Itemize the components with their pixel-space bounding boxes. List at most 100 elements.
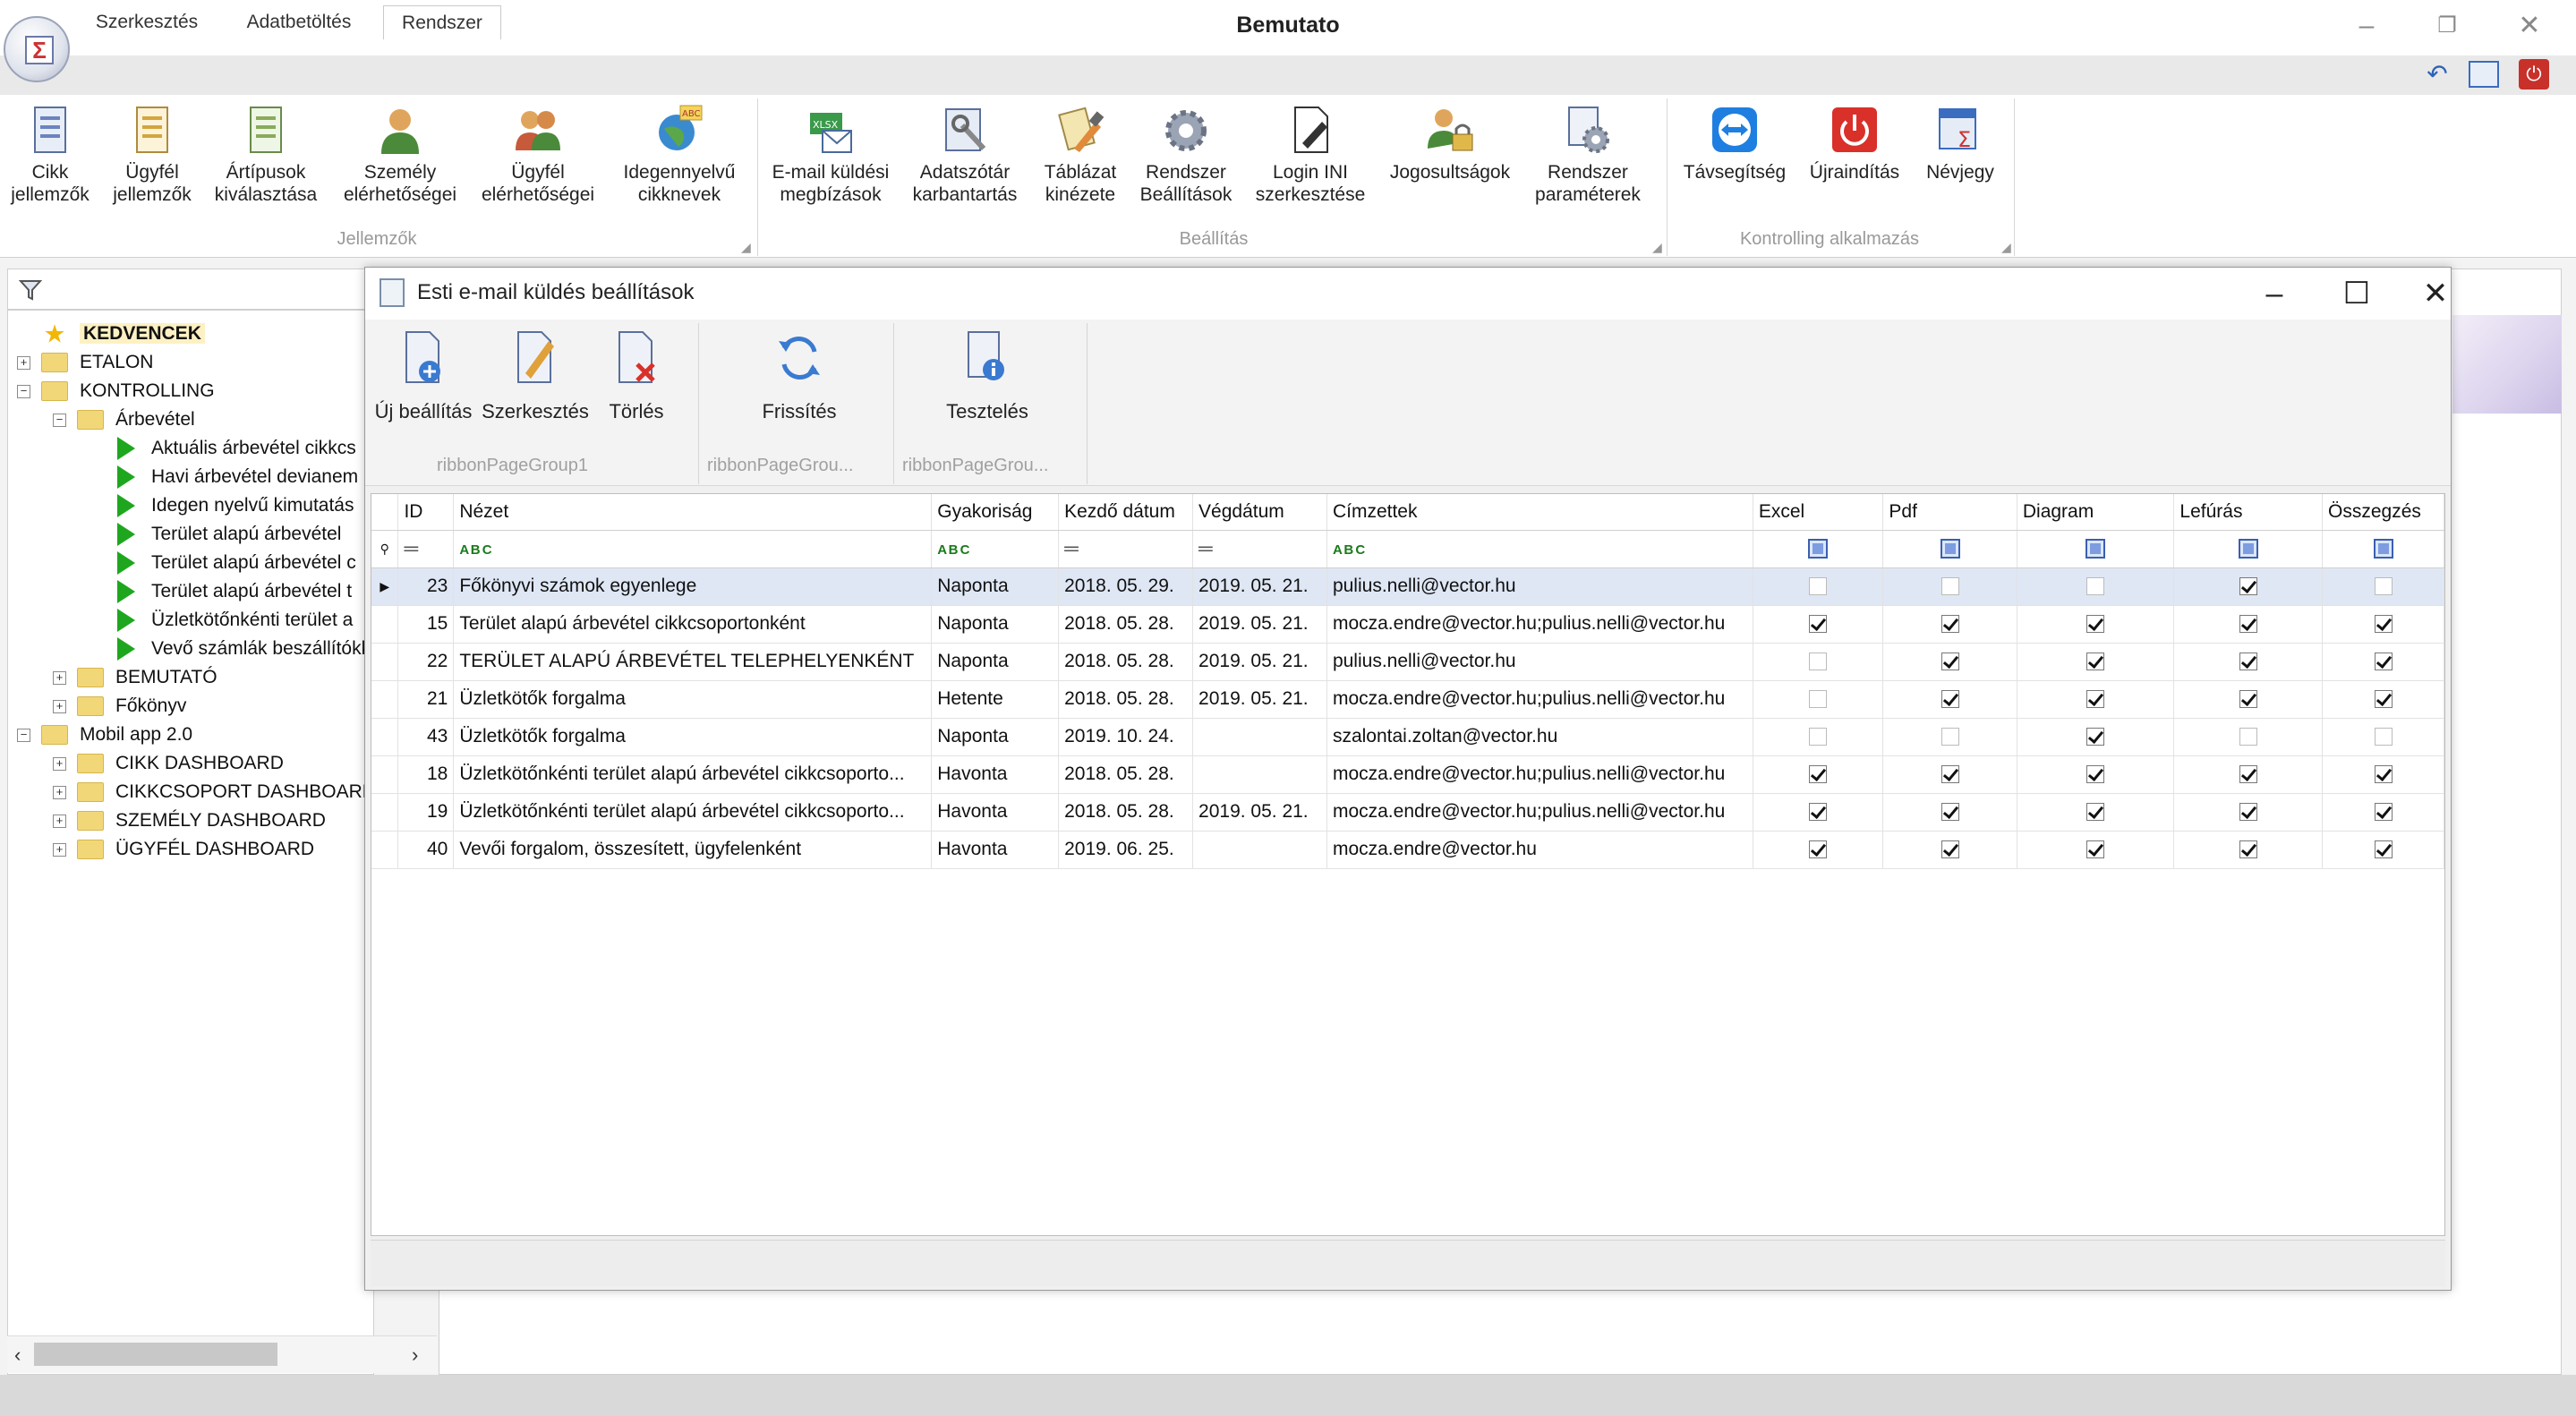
table-row[interactable]: 43 Üzletkötők forgalma Naponta 2019. 10. 24…	[371, 718, 2444, 756]
expand-icon[interactable]: +	[17, 355, 30, 370]
row-indicator[interactable]	[371, 755, 399, 794]
cell-pdf[interactable]	[1882, 831, 2017, 869]
expand-icon[interactable]: +	[53, 785, 66, 799]
cell-end[interactable]	[1192, 718, 1327, 756]
tree-item[interactable]: + CIKK DASHBOARD	[17, 749, 376, 778]
cell-freq[interactable]: Naponta	[931, 605, 1060, 644]
lefuras-checkbox[interactable]	[2239, 803, 2257, 822]
row-indicator[interactable]	[371, 680, 399, 719]
cell-end[interactable]	[1192, 755, 1327, 794]
pdf-checkbox[interactable]	[1941, 728, 1959, 746]
pdf-checkbox[interactable]	[1941, 577, 1959, 596]
cell-end[interactable]: 2019. 05. 21.	[1192, 680, 1327, 719]
cell-osszegzes[interactable]	[2322, 567, 2444, 606]
scrollbar-thumb[interactable]	[34, 1343, 277, 1366]
cell-freq[interactable]: Havonta	[931, 793, 1060, 832]
cell-end[interactable]: 2019. 05. 21.	[1192, 643, 1327, 681]
table-row[interactable]: ▶ 23 Főkönyvi számok egyenlege Naponta 2018.…	[371, 567, 2444, 606]
tablazat-kinezete-button[interactable]: Táblázat kinézete	[1035, 98, 1126, 224]
cell-id[interactable]: 40	[397, 831, 455, 869]
cell-to[interactable]: szalontai.zoltan@vector.hu	[1326, 718, 1753, 756]
minimize-button[interactable]: –	[2340, 5, 2393, 47]
delete-setting-button[interactable]: Törlés	[596, 328, 677, 436]
cell-osszegzes[interactable]	[2322, 605, 2444, 644]
tree-item[interactable]: + ETALON	[17, 348, 376, 377]
artipusok-kivalasztasa-button[interactable]: Ártípusok kiválasztása	[208, 98, 324, 224]
tree-item[interactable]: Üzletkötőnkénti terület a	[17, 606, 376, 635]
collapse-icon[interactable]: −	[17, 728, 30, 742]
cell-pdf[interactable]	[1882, 793, 2017, 832]
filter-cimzettek[interactable]: A B C	[1326, 530, 1753, 568]
cell-id[interactable]: 15	[397, 605, 455, 644]
tree-item[interactable]: + CIKKCSOPORT DASHBOARD	[17, 778, 376, 806]
column-header-gyakorisag[interactable]: Gyakoriság	[931, 494, 1060, 531]
cell-lefuras[interactable]	[2173, 680, 2323, 719]
row-indicator[interactable]	[371, 793, 399, 832]
edit-setting-button[interactable]: Szerkesztés	[482, 328, 589, 436]
cell-excel[interactable]	[1753, 718, 1884, 756]
tree-item[interactable]: Aktuális árbevétel cikkcs	[17, 434, 376, 463]
lefuras-checkbox[interactable]	[2239, 840, 2257, 859]
ujrainditas-button[interactable]: Újraindítás	[1801, 98, 1908, 224]
tree-item[interactable]: Vevő számlák beszállítókk	[17, 635, 376, 663]
cell-excel[interactable]	[1753, 793, 1884, 832]
cell-lefuras[interactable]	[2173, 605, 2323, 644]
column-header-id[interactable]: ID	[397, 494, 455, 531]
tree-item[interactable]: − KONTROLLING	[17, 377, 376, 405]
cell-lefuras[interactable]	[2173, 718, 2323, 756]
cell-lefuras[interactable]	[2173, 643, 2323, 681]
cell-excel[interactable]	[1753, 567, 1884, 606]
lefuras-checkbox[interactable]	[2239, 765, 2257, 784]
nevjegy-button[interactable]: Σ Névjegy	[1915, 98, 2005, 224]
cell-osszegzes[interactable]	[2322, 793, 2444, 832]
cell-end[interactable]: 2019. 05. 21.	[1192, 567, 1327, 606]
collapse-icon[interactable]: −	[53, 413, 66, 427]
cell-freq[interactable]: Havonta	[931, 755, 1060, 794]
column-header-kezdo-datum[interactable]: Kezdő dátum	[1058, 494, 1194, 531]
cell-to[interactable]: pulius.nelli@vector.hu	[1326, 567, 1753, 606]
tree-item[interactable]: Havi árbevétel devianem	[17, 463, 376, 491]
lefuras-checkbox[interactable]	[2239, 690, 2257, 709]
lefuras-checkbox[interactable]	[2239, 728, 2257, 746]
ugyfel-elerhetosegei-button[interactable]: Ügyfél elérhetőségei	[471, 98, 605, 224]
cell-freq[interactable]: Naponta	[931, 643, 1060, 681]
funnel-icon[interactable]	[19, 278, 42, 302]
row-indicator[interactable]	[371, 605, 399, 644]
osszegzes-checkbox[interactable]	[2374, 765, 2393, 784]
filter-diagram[interactable]	[2017, 530, 2175, 568]
cell-start[interactable]: 2018. 05. 28.	[1058, 605, 1194, 644]
pdf-checkbox[interactable]	[1941, 653, 1959, 671]
column-header-excel[interactable]: Excel	[1753, 494, 1884, 531]
tab-adatbetoltes[interactable]: Adatbetöltés	[229, 5, 369, 39]
scroll-right-icon[interactable]: ›	[412, 1343, 418, 1367]
cell-view[interactable]: Üzletkötőnkénti terület alapú árbevétel …	[453, 793, 933, 832]
cell-to[interactable]: mocza.endre@vector.hu	[1326, 831, 1753, 869]
cell-view[interactable]: Üzletkötők forgalma	[453, 680, 933, 719]
cell-view[interactable]: Üzletkötők forgalma	[453, 718, 933, 756]
cell-view[interactable]: Üzletkötőnkénti terület alapú árbevétel …	[453, 755, 933, 794]
cell-id[interactable]: 23	[397, 567, 455, 606]
table-row[interactable]: 22 TERÜLET ALAPÚ ÁRBEVÉTEL TELEPHELYENKÉN…	[371, 643, 2444, 681]
cell-id[interactable]: 19	[397, 793, 455, 832]
cell-excel[interactable]	[1753, 680, 1884, 719]
tree-item[interactable]: Idegen nyelvű kimutatás	[17, 491, 376, 520]
cell-id[interactable]: 21	[397, 680, 455, 719]
cell-end[interactable]: 2019. 05. 21.	[1192, 793, 1327, 832]
tree-item[interactable]: Terület alapú árbevétel c	[17, 549, 376, 577]
cell-lefuras[interactable]	[2173, 831, 2323, 869]
jogosultsagok-button[interactable]: Jogosultságok	[1380, 98, 1520, 224]
cell-end[interactable]: 2019. 05. 21.	[1192, 605, 1327, 644]
diagram-checkbox[interactable]	[2086, 803, 2105, 822]
tree-item[interactable]: + BEMUTATÓ	[17, 663, 376, 692]
excel-checkbox[interactable]	[1809, 615, 1828, 634]
diagram-checkbox[interactable]	[2086, 690, 2105, 709]
row-indicator[interactable]: ▶	[371, 567, 399, 606]
scroll-left-icon[interactable]: ‹	[14, 1343, 21, 1367]
row-indicator[interactable]	[371, 831, 399, 869]
close-button[interactable]: ✕	[2503, 5, 2556, 47]
pdf-checkbox[interactable]	[1941, 615, 1959, 634]
ugyfel-jellemzok-button[interactable]: Ügyfél jellemzők	[106, 98, 199, 224]
dialog-maximize-button[interactable]: ☐	[2325, 273, 2388, 314]
cell-view[interactable]: TERÜLET ALAPÚ ÁRBEVÉTEL TELEPHELYENKÉNT	[453, 643, 933, 681]
table-row[interactable]: 40 Vevői forgalom, összesített, ügyfelenk…	[371, 831, 2444, 869]
